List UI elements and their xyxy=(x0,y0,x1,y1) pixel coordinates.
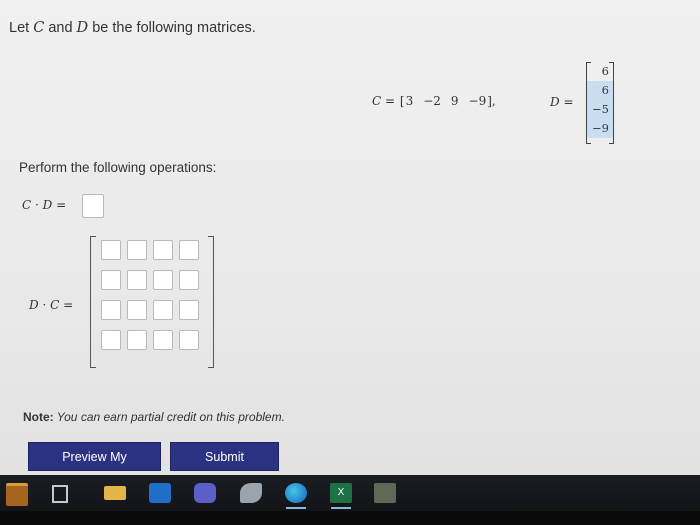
d-entry: 6 xyxy=(587,81,613,100)
active-app-indicator xyxy=(286,507,306,509)
store-icon[interactable] xyxy=(6,483,28,506)
dc-dot: · xyxy=(38,298,51,312)
c-entry: −2 xyxy=(423,94,441,108)
c-label: C xyxy=(372,94,382,108)
partial-credit-note: Note: You can earn partial credit on thi… xyxy=(23,410,285,424)
c-entry: 3 xyxy=(405,94,414,108)
problem-page: Let C and D be the following matrices. C… xyxy=(0,0,700,493)
d-column-vector: 6 6 −5 −9 xyxy=(586,62,614,144)
dc-cell-input[interactable] xyxy=(127,270,147,290)
dc-cell-input[interactable] xyxy=(179,270,199,290)
excel-icon[interactable]: X xyxy=(330,483,352,503)
dc-cell-input[interactable] xyxy=(153,300,173,320)
task-view-icon[interactable] xyxy=(52,485,68,503)
cd-answer-input[interactable] xyxy=(82,194,104,218)
d-label-var: D xyxy=(550,95,560,109)
cd-expression: C · D = xyxy=(22,194,104,218)
submit-answers-button[interactable]: Submit Answers xyxy=(170,442,279,493)
dc-cell-input[interactable] xyxy=(127,300,147,320)
cd-equals: = xyxy=(52,198,67,212)
d-equals: = xyxy=(559,95,574,109)
preview-answers-button[interactable]: Preview My Answers xyxy=(28,442,161,493)
dc-cell-input[interactable] xyxy=(127,330,147,350)
intro-suffix: be the following matrices. xyxy=(88,20,256,36)
instructions: Perform the following operations: xyxy=(19,160,217,175)
dc-cell-input[interactable] xyxy=(101,330,121,350)
dc-cell-input[interactable] xyxy=(153,270,173,290)
c-open-bracket: [ xyxy=(399,94,405,108)
outlook-icon[interactable] xyxy=(149,483,171,503)
edge-icon[interactable] xyxy=(285,483,307,503)
d-label: D = xyxy=(550,95,574,109)
feather-app-icon[interactable] xyxy=(240,483,262,503)
intro-var-c: C xyxy=(33,20,45,36)
d-entry: 6 xyxy=(601,64,609,78)
c-entry: 9 xyxy=(450,94,459,108)
dc-cell-input[interactable] xyxy=(101,270,121,290)
dc-var-c: C xyxy=(50,298,60,312)
c-entry: −9 xyxy=(468,94,487,108)
cd-dot: · xyxy=(31,198,43,212)
intro-var-d: D xyxy=(76,20,89,36)
dc-cell-input[interactable] xyxy=(179,300,199,320)
cd-var-c: C xyxy=(22,198,32,212)
d-entry: −9 xyxy=(587,119,613,138)
dc-equals: = xyxy=(59,298,74,312)
dc-cell-input[interactable] xyxy=(101,300,121,320)
dc-answer-matrix xyxy=(90,236,214,368)
note-label: Note: xyxy=(23,410,54,424)
c-vector-definition: C = [3 −2 9 −9], xyxy=(372,94,497,108)
dc-cell-input[interactable] xyxy=(153,330,173,350)
dc-cell-input[interactable] xyxy=(179,330,199,350)
dc-cell-input[interactable] xyxy=(179,240,199,260)
intro-mid: and xyxy=(44,20,77,36)
c-close-bracket: ], xyxy=(487,94,496,108)
dc-var-d: D xyxy=(29,298,39,312)
intro-prefix: Let xyxy=(9,20,34,36)
calculator-icon[interactable] xyxy=(374,483,396,503)
intro-text: Let C and D be the following matrices. xyxy=(9,20,256,36)
d-entry: −5 xyxy=(587,100,613,119)
dc-cell-input[interactable] xyxy=(127,240,147,260)
cd-var-d: D xyxy=(42,198,53,212)
active-app-indicator xyxy=(331,507,351,509)
file-explorer-icon[interactable] xyxy=(104,486,126,500)
teams-icon[interactable] xyxy=(194,483,216,503)
screen-bezel xyxy=(0,511,700,525)
dc-cell-input[interactable] xyxy=(101,240,121,260)
dc-expression: D · C = xyxy=(29,298,73,312)
note-text: You can earn partial credit on this prob… xyxy=(53,410,285,424)
dc-cell-input[interactable] xyxy=(153,240,173,260)
c-equals: = xyxy=(381,94,399,108)
